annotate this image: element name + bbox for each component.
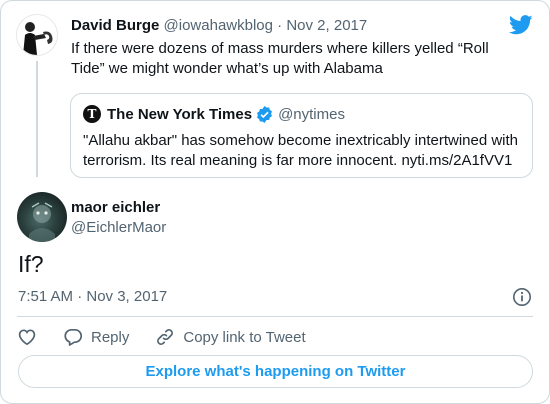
quoted-author-handle: @nytimes [278, 105, 345, 123]
separator-dot: · [277, 17, 283, 34]
main-author-name[interactable]: maor eichler [71, 199, 160, 216]
main-tweet-text: If? [18, 251, 44, 277]
main-avatar[interactable] [17, 192, 67, 242]
quoted-tweet-text: "Allahu akbar" has somehow become inextr… [83, 132, 519, 169]
parent-author-name[interactable]: David Burge [71, 17, 159, 34]
divider [17, 316, 533, 317]
verified-badge-icon [257, 105, 273, 123]
action-bar: Reply Copy link to Tweet [17, 327, 306, 347]
tweet-timestamp[interactable]: 7:51 AM · Nov 3, 2017 [18, 288, 167, 305]
reply-button[interactable]: Reply [63, 327, 129, 347]
quoted-tweet[interactable]: T The New York Times @nytimes "Allahu ak… [70, 93, 533, 178]
like-button[interactable] [17, 327, 37, 347]
twitter-bird-icon[interactable] [509, 15, 533, 35]
parent-avatar[interactable] [16, 14, 58, 56]
quoted-author-name: The New York Times [107, 105, 253, 123]
reply-icon [64, 328, 83, 346]
copy-link-label: Copy link to Tweet [183, 328, 306, 346]
parent-date[interactable]: Nov 2, 2017 [286, 17, 367, 34]
tweet-embed-card: David Burge @iowahawkblog · Nov 2, 2017 … [0, 0, 550, 404]
nyt-logo-icon: T [83, 105, 101, 123]
copy-link-button[interactable]: Copy link to Tweet [155, 327, 306, 347]
explore-twitter-button[interactable]: Explore what's happening on Twitter [18, 355, 533, 388]
thread-line [36, 61, 38, 177]
info-icon[interactable] [512, 287, 532, 307]
main-author-handle[interactable]: @EichlerMaor [71, 219, 166, 236]
heart-icon [18, 329, 36, 346]
parent-author-handle[interactable]: @iowahawkblog [164, 17, 273, 34]
reply-label: Reply [91, 328, 130, 346]
quoted-tweet-header: T The New York Times @nytimes [83, 105, 345, 123]
link-icon [157, 329, 174, 345]
parent-header: David Burge @iowahawkblog · Nov 2, 2017 [71, 17, 367, 34]
parent-tweet-text: If there were dozens of mass murders whe… [71, 40, 489, 77]
